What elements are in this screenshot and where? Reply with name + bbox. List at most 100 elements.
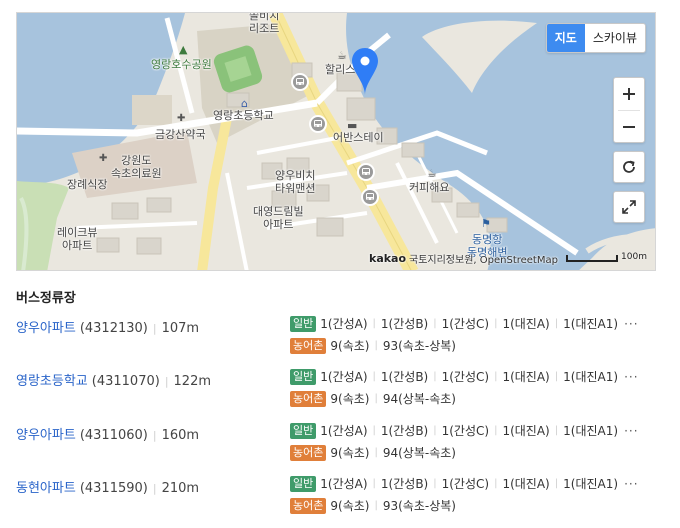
bus-route-link[interactable]: 94(상복-속초) (383, 390, 456, 407)
kakao-logo: kakao (369, 252, 407, 265)
bus-route-link[interactable]: 1(대진A) (502, 475, 549, 492)
route-separator: | (433, 478, 437, 489)
bus-route-link[interactable]: 1(대진A1) (563, 315, 618, 332)
bus-route-link[interactable]: 1(간성C) (442, 475, 489, 492)
bus-route-link[interactable]: 1(대진A1) (563, 368, 618, 385)
general-bus-badge: 일반 (290, 475, 317, 492)
bus-route-link[interactable]: 94(상복-속초) (383, 444, 456, 461)
route-separator: | (433, 318, 437, 329)
scale-bar (566, 255, 619, 262)
tree-icon: ▲ (179, 43, 188, 56)
bus-route-link[interactable]: 9(속초) (330, 390, 369, 407)
route-separator: | (494, 478, 498, 489)
rural-bus-badge: 농어촌 (290, 444, 327, 461)
bus-route-link[interactable]: 1(간성C) (442, 422, 489, 439)
bus-stop-distance: 160m (161, 428, 200, 443)
bus-route-link[interactable]: 9(속초) (330, 444, 369, 461)
rural-route-list: 농어촌 9(속초) | 94(상복-속초) (290, 390, 456, 407)
bus-stop-item: 양우아파트 (4312130) | 107m 일반 1(간성A) | 1(간성B) | 1(간성C… (16, 315, 666, 361)
bus-route-link[interactable]: 1(대진A1) (563, 475, 618, 492)
cafe-icon: ☕ (337, 49, 347, 62)
bus-stop-item: 양우아파트 (4311060) | 160m 일반 1(간성A) | 1(간성B) | 1(간성C… (16, 422, 666, 468)
fullscreen-icon (622, 200, 636, 214)
general-route-list: 일반 1(간성A) | 1(간성B) | 1(간성C) | 1(대진A) | 1(대진A1) ··· (290, 475, 639, 492)
rural-route-list: 농어촌 9(속초) | 94(상복-속초) (290, 444, 456, 461)
minus-icon (623, 126, 635, 128)
bus-route-link[interactable]: 1(간성C) (442, 315, 489, 332)
bus-route-link[interactable]: 1(간성B) (381, 422, 428, 439)
bus-stop-icon[interactable] (309, 115, 327, 133)
general-route-list: 일반 1(간성A) | 1(간성B) | 1(간성C) | 1(대진A) | 1(대진A1) ··· (290, 315, 639, 332)
bus-stop-name-link[interactable]: 영랑초등학교 (16, 374, 88, 389)
map-label-coffee: 커피해요 (409, 181, 450, 194)
route-separator: | (494, 425, 498, 436)
route-separator: | (374, 500, 378, 511)
map-label-school: 영랑초등학교 (213, 109, 274, 122)
bus-stop-name-link[interactable]: 양우아파트 (16, 321, 76, 336)
bus-route-link[interactable]: 93(속초-상복) (383, 337, 456, 354)
map-label-dream: 대영드림빌 아파트 (253, 205, 304, 231)
hospital-icon: ✚ (99, 153, 108, 164)
route-separator: | (372, 318, 376, 329)
bus-stop-info: 양우아파트 (4311060) | 160m (16, 424, 199, 443)
bus-stop-icon[interactable] (291, 73, 309, 91)
zoom-in-button[interactable] (614, 78, 644, 110)
route-separator: | (433, 425, 437, 436)
bus-route-link[interactable]: 1(대진A1) (563, 422, 618, 439)
bus-stop-info: 영랑초등학교 (4311070) | 122m (16, 370, 211, 389)
zoom-out-button[interactable] (614, 111, 644, 143)
bus-route-link[interactable]: 1(간성B) (381, 315, 428, 332)
bus-route-link[interactable]: 1(간성A) (320, 422, 367, 439)
rural-bus-badge: 농어촌 (290, 337, 327, 354)
bus-route-link[interactable]: 1(대진A) (502, 315, 549, 332)
route-separator: | (372, 425, 376, 436)
rural-bus-badge: 농어촌 (290, 390, 327, 407)
refresh-icon (623, 160, 635, 173)
bus-stop-name-link[interactable]: 동현아파트 (16, 481, 76, 496)
more-routes-button[interactable]: ··· (624, 424, 638, 438)
route-separator: | (372, 371, 376, 382)
rural-route-list: 농어촌 9(속초) | 93(속초-상복) (290, 497, 456, 514)
bus-route-link[interactable]: 9(속초) (330, 337, 369, 354)
bus-stop-id: (4312130) (79, 321, 148, 336)
bus-stop-distance: 107m (161, 321, 200, 336)
map-type-map-button[interactable]: 지도 (546, 24, 585, 52)
bus-stop-id: (4311070) (91, 374, 160, 389)
map-view[interactable]: 쏠비치 리조트 영랑호수공원 영랑초등학교 금강산약국 강원도 속초의료원 장례… (16, 12, 656, 271)
bus-route-link[interactable]: 93(속초-상복) (383, 497, 456, 514)
bus-route-link[interactable]: 9(속초) (330, 497, 369, 514)
location-pin-icon[interactable] (351, 47, 379, 97)
more-routes-button[interactable]: ··· (624, 370, 638, 384)
bus-route-link[interactable]: 1(대진A) (502, 368, 549, 385)
bus-stop-item: 영랑초등학교 (4311070) | 122m 일반 1(간성A) | 1(간성B) | 1(간성… (16, 368, 666, 414)
more-routes-button[interactable]: ··· (624, 317, 638, 331)
map-type-switch[interactable]: 지도 스카이뷰 (545, 23, 646, 53)
bus-route-link[interactable]: 1(간성C) (442, 368, 489, 385)
rural-bus-badge: 농어촌 (290, 497, 327, 514)
route-separator: | (554, 425, 559, 436)
bus-route-link[interactable]: 1(대진A) (502, 422, 549, 439)
map-type-skyview-button[interactable]: 스카이뷰 (585, 24, 645, 52)
map-label-lakeview: 레이크뷰 아파트 (57, 226, 98, 252)
fullscreen-button[interactable] (613, 191, 645, 223)
bus-route-link[interactable]: 1(간성A) (320, 315, 367, 332)
bus-route-link[interactable]: 1(간성B) (381, 368, 428, 385)
refresh-button[interactable] (613, 151, 645, 183)
bus-stop-distance: 122m (173, 374, 212, 389)
bus-stop-name-link[interactable]: 양우아파트 (16, 428, 76, 443)
bus-stop-icon[interactable] (361, 188, 379, 206)
separator: | (152, 429, 157, 442)
general-bus-badge: 일반 (290, 368, 317, 385)
bus-stop-info: 동현아파트 (4311590) | 210m (16, 477, 199, 496)
more-routes-button[interactable]: ··· (624, 477, 638, 491)
zoom-control (613, 77, 645, 143)
route-separator: | (374, 340, 378, 351)
bus-route-link[interactable]: 1(간성B) (381, 475, 428, 492)
bus-stop-info: 양우아파트 (4312130) | 107m (16, 317, 199, 336)
scale-label: 100m (621, 252, 647, 262)
section-title: 버스정류장 (16, 291, 76, 306)
bus-route-link[interactable]: 1(간성A) (320, 368, 367, 385)
bus-stop-icon[interactable] (357, 163, 375, 181)
bus-route-link[interactable]: 1(간성A) (320, 475, 367, 492)
bus-stop-id: (4311590) (79, 481, 148, 496)
